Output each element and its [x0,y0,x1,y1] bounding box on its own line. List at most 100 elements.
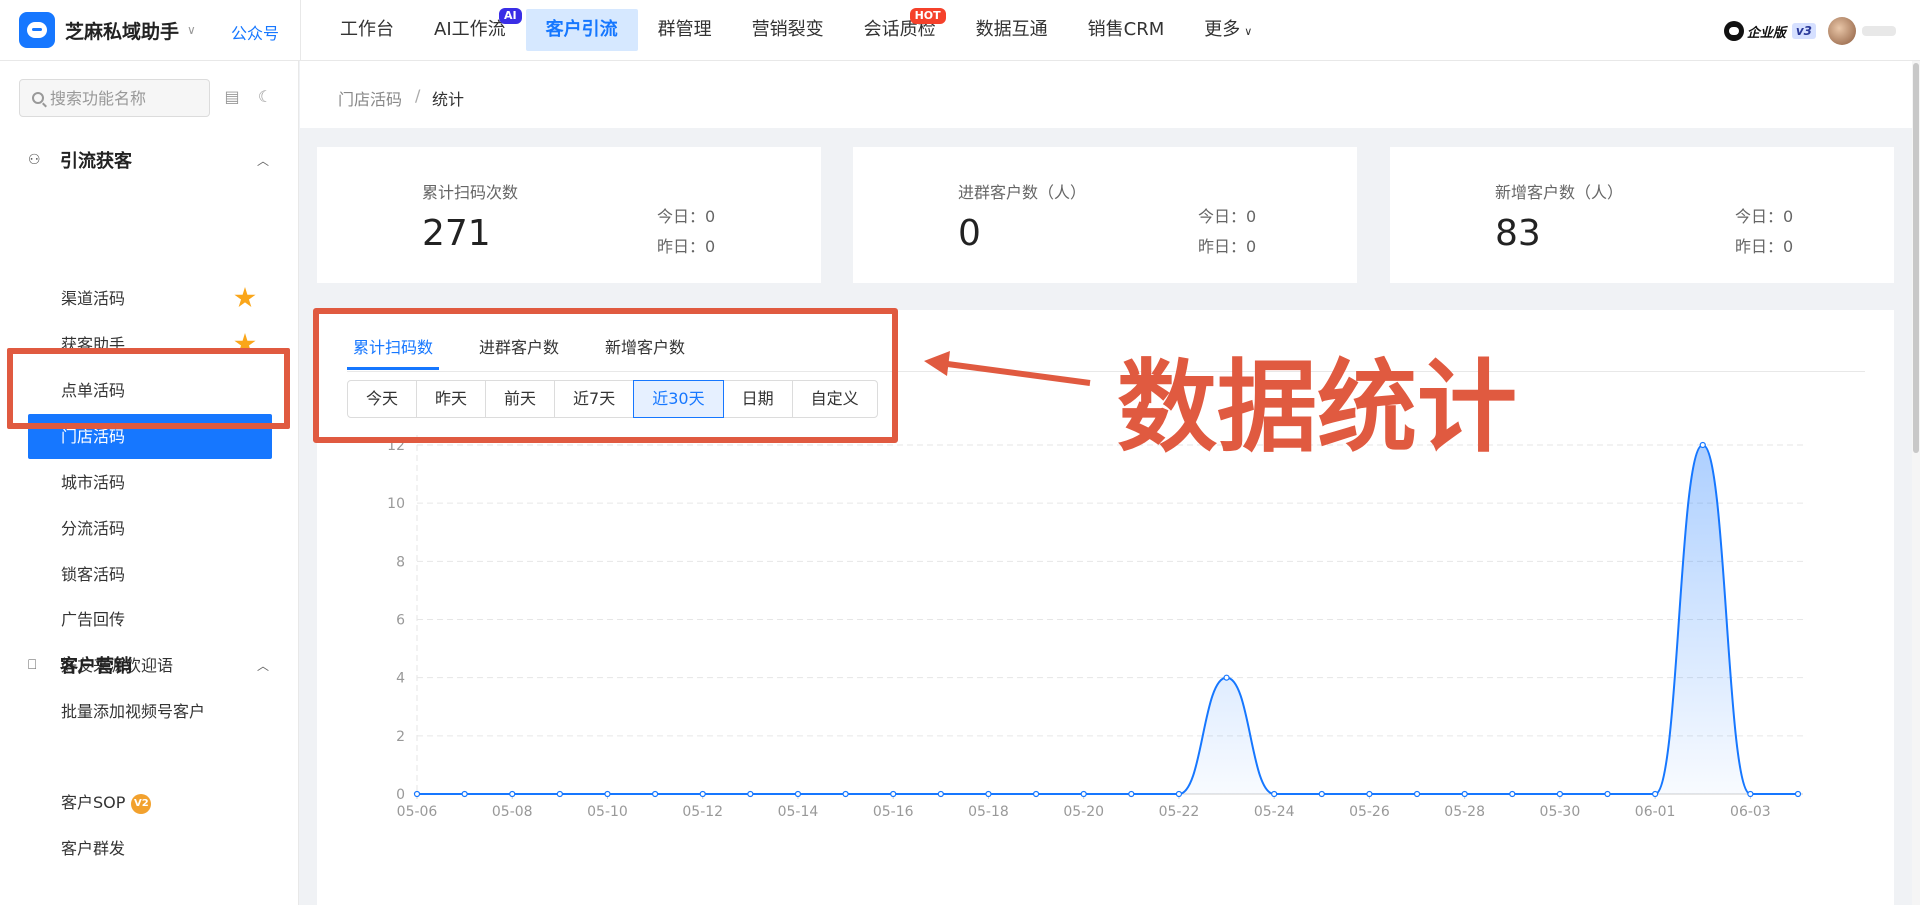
x-tick-label: 06-01 [1635,804,1676,820]
sidebar-item[interactable]: 客户群发 [28,826,272,871]
user-name-blurred[interactable] [1862,26,1896,36]
sidebar-item[interactable]: 批量添加视频号客户 [28,689,272,734]
x-tick-label: 05-14 [778,804,819,820]
stat-yesterday: 昨日：0 [1198,237,1257,256]
line-chart: 0 2 4 6 8 10 12 05-06 05-08 05-10 05-12 05-14 05-16 0… [387,435,1803,820]
nav-item[interactable]: 工作台 [320,9,414,51]
chart-panel: 累计扫码数 进群客户数 新增客户数 今天 昨天 前天 近7天 近30天 日期 自定义 02468… [317,310,1894,905]
data-point [1128,790,1135,798]
data-point [1223,674,1230,681]
layout-icon[interactable]: ▤ [223,88,241,106]
data-point [509,790,516,798]
search-input[interactable] [50,88,200,108]
sidebar: ▤ ☾ ⚇ 引流获客 ︿ 渠道活码获客助手点单活码门店活码城市活码分流活码锁客活码广告… [0,61,299,905]
version-badge: V2 [131,793,152,814]
sidebar-item[interactable]: 客户SOP V2 [28,780,272,825]
moon-icon[interactable]: ☾ [256,88,274,106]
nav-item[interactable]: 会话质检 HOT [844,8,956,51]
stat-value: 271 [422,213,491,254]
x-tick-label: 05-26 [1349,804,1390,820]
avatar[interactable] [1828,17,1856,45]
sidebar-item-label: 客户SOP [61,793,126,812]
user-plus-icon: ⚇ [28,152,41,168]
sidebar-item-label: 门店活码 [61,427,126,446]
brand-name: 芝麻私域助手 [65,20,180,43]
stat-card: 累计扫码次数 271 今日：0 昨日：0 [317,147,821,283]
breadcrumb-parent[interactable]: 门店活码 [338,86,402,110]
search-box[interactable] [19,79,210,117]
stat-yesterday: 昨日：0 [1735,237,1794,256]
scroll-thumb[interactable] [1913,63,1919,453]
version-badge: v3 [1791,23,1816,39]
sidebar-item[interactable]: 渠道活码 [28,276,272,321]
nav-item[interactable]: 数据互通 [956,9,1068,51]
data-point [937,790,944,798]
stat-value: 83 [1495,213,1541,254]
data-point [1175,790,1183,798]
x-tick-label: 05-22 [1159,804,1200,820]
sidebar-group-title: 客户营销 [60,656,132,677]
breadcrumb: 门店活码 / 统计 [300,61,1920,128]
x-tick-label: 05-18 [968,804,1009,820]
nav-item-label: 客户引流 [545,19,618,40]
chevron-up-icon: ︿ [256,153,269,168]
data-point [1556,790,1563,798]
sidebar-item[interactable]: 城市活码 [28,460,272,505]
x-tick-label: 05-08 [492,804,533,820]
stat-today: 今日：0 [1198,207,1257,226]
sidebar-item[interactable]: 点单活码 [28,368,272,413]
data-point [1271,790,1278,798]
bookmark-icon: ⎕ [28,657,37,673]
stat-title: 累计扫码次数 [422,183,519,202]
enterprise-badge[interactable]: 企业版 v3 [1723,21,1816,41]
sidebar-item-label: 渠道活码 [61,289,126,308]
annotation-label: 数据统计 [1117,349,1517,466]
scrollbar[interactable] [1912,61,1920,905]
brand[interactable]: 芝麻私域助手 ∨ [19,12,196,48]
data-point [1747,790,1754,798]
nav-item[interactable]: 客户引流 [525,9,638,51]
sidebar-item-label: 广告回传 [61,610,126,629]
sidebar-item[interactable]: 锁客活码 [28,552,272,597]
x-tick-label: 05-30 [1540,804,1581,820]
sidebar-group-header[interactable]: ⚇ 引流获客 ︿ [0,140,299,180]
data-point [985,790,992,798]
stat-card: 新增客户数（人） 83 今日：0 昨日：0 [1390,147,1894,283]
y-tick-label: 6 [396,613,405,629]
stat-yesterday: 昨日：0 [657,237,716,256]
data-point [1032,790,1040,798]
nav-item[interactable]: 营销裂变 [732,9,844,51]
main-nav: 工作台 AI工作流 AI 客户引流 群管理 营销裂变 会话质检 HOT 数据互通 销售CRM 更多 ∨ [320,0,1272,61]
chevron-down-icon: ∨ [1244,25,1253,38]
data-point [1794,790,1802,798]
star-icon[interactable] [234,333,256,354]
nav-item-label: 群管理 [657,19,712,40]
chevron-down-icon[interactable]: ∨ [187,23,196,37]
nav-item[interactable]: 销售CRM [1068,9,1185,51]
x-tick-label: 05-06 [397,804,438,820]
annotation-arrow-icon [924,351,1091,386]
nav-item[interactable]: AI工作流 AI [414,8,526,51]
y-tick-label: 12 [387,438,405,454]
sidebar-item[interactable]: 分流活码 [28,506,272,551]
breadcrumb-current: 统计 [432,90,465,109]
sidebar-item[interactable]: 广告回传 [28,597,272,642]
sidebar-item[interactable]: 获客助手 [28,322,272,367]
sidebar-group-header[interactable]: ⎕ 客户营销 ︿ [0,645,299,685]
data-point [1699,441,1706,449]
data-point [556,790,563,798]
nav-item[interactable]: 更多 ∨ [1184,9,1272,51]
nav-item[interactable]: 群管理 [638,9,732,51]
edition-label: 企业版 [1746,25,1786,41]
range-button[interactable]: 近30天 [633,380,724,418]
data-point [652,790,659,798]
sidebar-item[interactable]: 门店活码 [28,414,272,459]
sidebar-item-label: 点单活码 [61,381,126,400]
stat-today: 今日：0 [1735,207,1794,226]
nav-item-label: 更多 [1204,19,1241,40]
x-tick-label: 05-20 [1063,804,1104,820]
data-point [1604,790,1611,798]
star-icon[interactable] [234,287,256,308]
sidebar-item-label: 客户群发 [61,839,126,858]
gzh-link[interactable]: 公众号 [231,20,279,44]
